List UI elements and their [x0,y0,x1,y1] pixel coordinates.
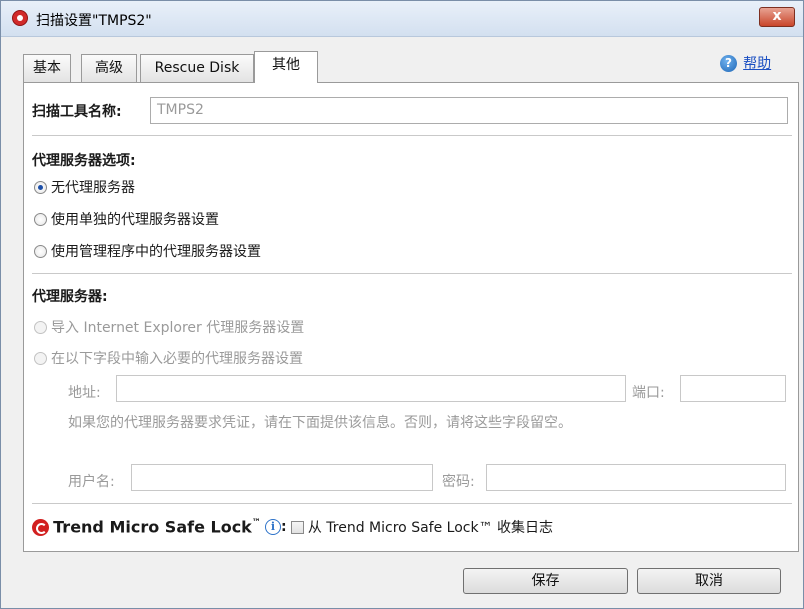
cancel-button[interactable]: 取消 [637,568,781,594]
help[interactable]: ? 帮助 [720,53,771,73]
safelock-colon: : [280,519,287,535]
radio-label: 在以下字段中输入必要的代理服务器设置 [51,351,303,367]
trend-micro-app-icon [12,10,28,26]
password-input[interactable] [486,464,786,491]
password-label: 密码: [442,474,475,490]
help-icon[interactable]: ? [720,54,737,72]
radio-import-ie[interactable]: 导入 Internet Explorer 代理服务器设置 [34,317,305,336]
scanner-name-label: 扫描工具名称: [32,104,122,120]
tab-rescue-disk[interactable]: Rescue Disk [140,54,254,82]
collect-logs-label: 从 Trend Micro Safe Lock™ 收集日志 [307,520,554,536]
divider [32,273,792,274]
divider [32,503,792,504]
radio-button[interactable] [34,351,47,365]
radio-button[interactable] [34,244,47,258]
proxy-options-heading: 代理服务器选项: [32,153,136,169]
username-label: 用户名: [68,474,115,490]
radio-label: 使用单独的代理服务器设置 [51,212,219,228]
tab-advanced[interactable]: 高级 [81,54,137,82]
radio-manual-proxy[interactable]: 在以下字段中输入必要的代理服务器设置 [34,348,303,367]
close-button[interactable]: x [759,7,795,27]
scanner-name-input[interactable]: TMPS2 [150,97,788,124]
radio-label: 使用管理程序中的代理服务器设置 [51,244,261,260]
safelock-logo-icon [32,518,49,536]
radio-separate-proxy[interactable]: 使用单独的代理服务器设置 [34,209,219,228]
collect-logs-checkbox[interactable] [290,520,304,534]
safelock-brand: Trend Micro Safe Lock [53,517,252,537]
port-label: 端口: [632,385,665,401]
other-settings-panel: 扫描工具名称: TMPS2 代理服务器选项: 无代理服务器 使用单独的代理服务器… [23,82,799,552]
proxy-server-heading: 代理服务器: [32,289,108,305]
radio-button[interactable] [34,180,47,194]
radio-button[interactable] [34,320,47,334]
safelock-row: Trend Micro Safe Lock™ i: 从 Trend Micro … [32,517,553,537]
divider [32,135,792,136]
info-icon[interactable]: i [264,519,281,535]
radio-label: 无代理服务器 [51,180,135,196]
scan-settings-window: 扫描设置"TMPS2" x 基本 高级 Rescue Disk 其他 ? 帮助 … [0,0,804,609]
title-bar: 扫描设置"TMPS2" x [1,1,803,37]
tab-basic[interactable]: 基本 [23,54,71,82]
port-input[interactable] [680,375,786,402]
address-label: 地址: [68,385,101,401]
radio-no-proxy[interactable]: 无代理服务器 [34,177,135,196]
radio-admin-proxy[interactable]: 使用管理程序中的代理服务器设置 [34,241,261,260]
credentials-note: 如果您的代理服务器要求凭证，请在下面提供该信息。否则，请将这些字段留空。 [68,415,572,431]
radio-label: 导入 Internet Explorer 代理服务器设置 [51,320,305,336]
window-title: 扫描设置"TMPS2" [36,13,152,29]
trademark-mark: ™ [251,518,261,529]
username-input[interactable] [131,464,433,491]
help-link[interactable]: 帮助 [743,56,771,72]
tab-other[interactable]: 其他 [254,51,318,83]
radio-button[interactable] [34,212,47,226]
address-input[interactable] [116,375,626,402]
save-button[interactable]: 保存 [463,568,628,594]
